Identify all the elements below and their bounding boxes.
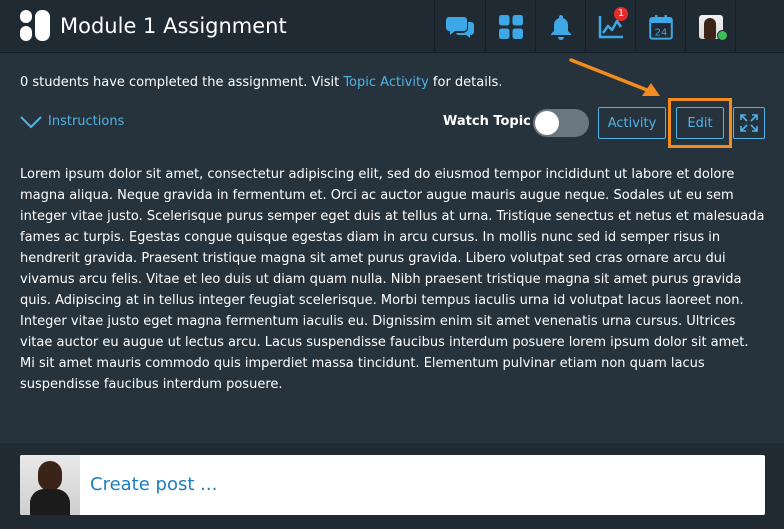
composer-avatar bbox=[20, 455, 80, 515]
toggle-knob bbox=[535, 111, 559, 135]
top-bar: Module 1 Assignment 1 24 bbox=[0, 0, 784, 53]
chat-icon bbox=[445, 16, 474, 38]
avatar-body bbox=[30, 489, 70, 515]
activity-chart-button[interactable]: 1 bbox=[585, 0, 635, 53]
chevron-down-icon bbox=[20, 116, 42, 129]
edit-button[interactable]: Edit bbox=[676, 107, 724, 139]
activity-button[interactable]: Activity bbox=[598, 107, 666, 139]
completion-message: 0 students have completed the assignment… bbox=[20, 74, 502, 92]
orange-arrow-annotation bbox=[569, 58, 660, 96]
calendar-icon: 24 bbox=[648, 14, 673, 40]
instructions-label: Instructions bbox=[48, 114, 125, 129]
notification-badge: 1 bbox=[614, 7, 628, 21]
watch-topic-toggle[interactable] bbox=[533, 109, 589, 137]
create-post-box[interactable]: Create post ... bbox=[20, 455, 765, 515]
user-menu-button[interactable] bbox=[685, 0, 735, 53]
header-spacer bbox=[735, 0, 784, 53]
avatar-head bbox=[38, 461, 62, 491]
chat-button[interactable] bbox=[434, 0, 484, 53]
topic-activity-link[interactable]: Topic Activity bbox=[343, 75, 428, 90]
instructions-toggle[interactable]: Instructions bbox=[20, 113, 124, 131]
completion-prefix: 0 students have completed the assignment… bbox=[20, 75, 344, 90]
completion-suffix: for details. bbox=[428, 75, 503, 90]
create-post-label: Create post ... bbox=[90, 474, 218, 495]
avatar-face bbox=[703, 17, 716, 39]
apps-grid-icon bbox=[498, 14, 523, 39]
watch-topic-label: Watch Topic bbox=[443, 114, 531, 129]
apps-button[interactable] bbox=[485, 0, 535, 53]
app-logo-icon[interactable] bbox=[20, 10, 50, 41]
presence-indicator-icon bbox=[717, 30, 728, 41]
expand-button[interactable] bbox=[733, 107, 765, 139]
calendar-day: 24 bbox=[654, 27, 667, 38]
page-title: Module 1 Assignment bbox=[60, 14, 287, 38]
notifications-button[interactable] bbox=[535, 0, 585, 53]
bell-icon bbox=[550, 14, 571, 40]
calendar-button[interactable]: 24 bbox=[635, 0, 685, 53]
expand-icon bbox=[740, 114, 758, 132]
assignment-body: Lorem ipsum dolor sit amet, consectetur … bbox=[20, 167, 765, 392]
